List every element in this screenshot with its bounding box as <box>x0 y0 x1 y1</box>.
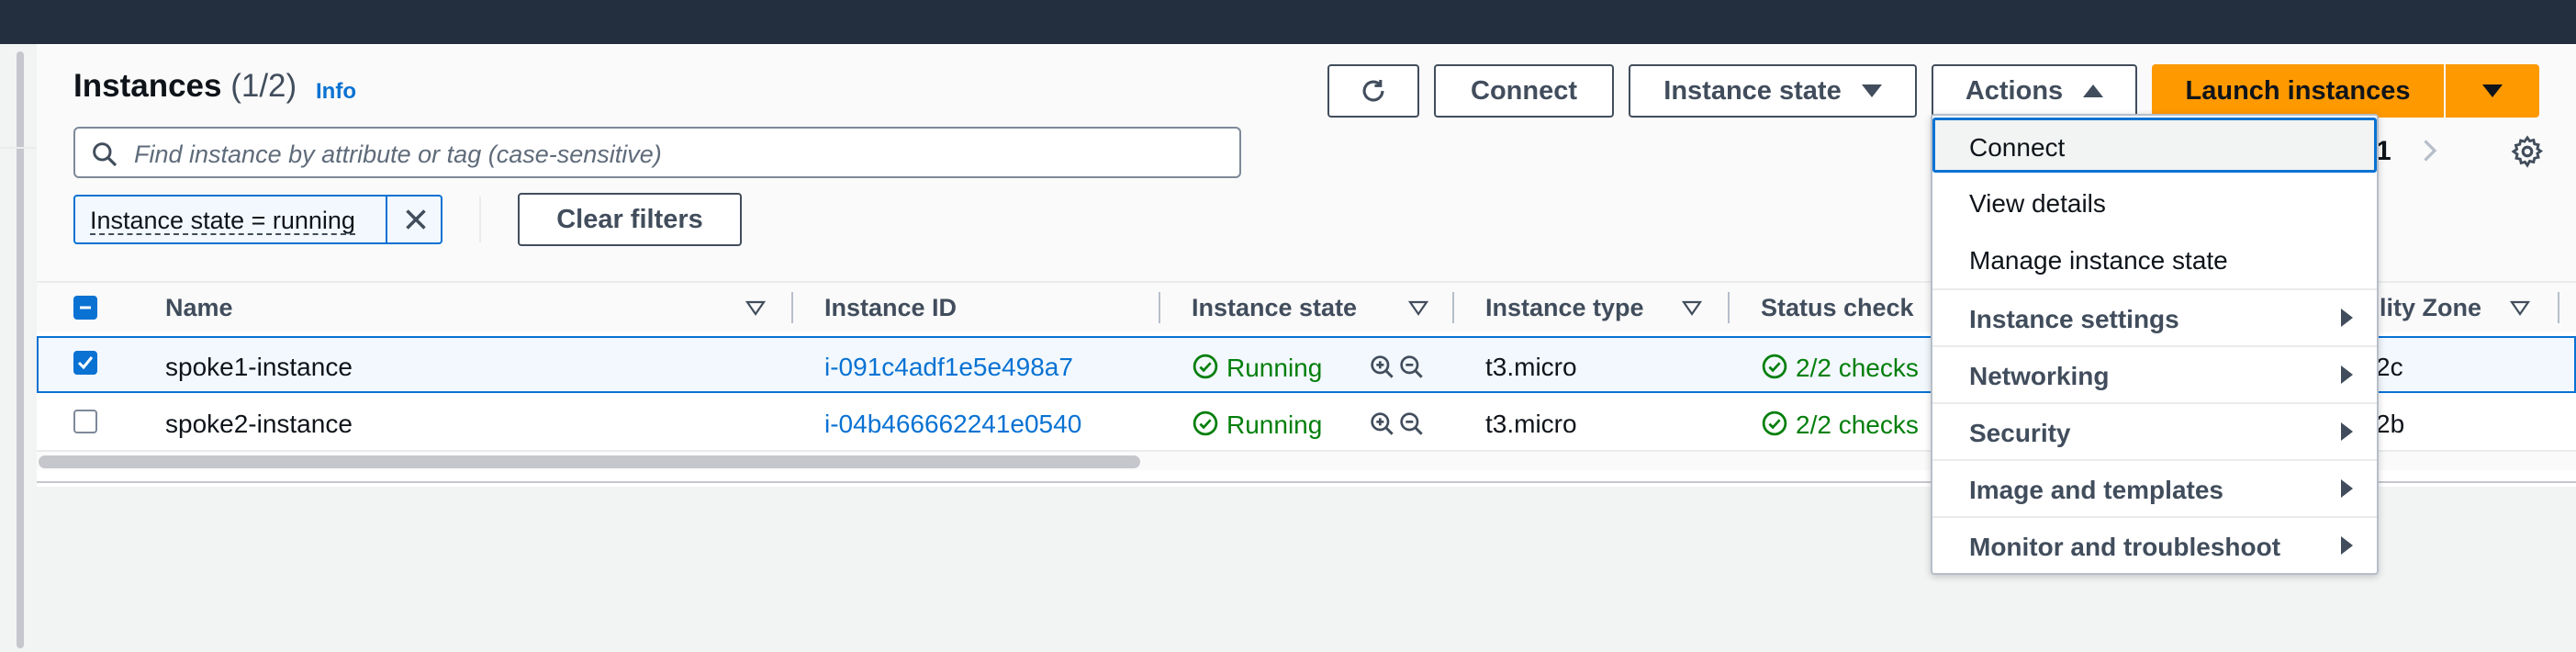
side-navigation-gutter <box>0 44 37 652</box>
menu-item-label: Connect <box>1969 133 2066 162</box>
checkmark-icon <box>77 356 94 370</box>
actions-menu: Connect View details Manage instance sta… <box>1931 114 2379 575</box>
column-header-instance-type[interactable]: Instance type <box>1485 294 1644 322</box>
select-all-checkbox[interactable] <box>73 296 97 320</box>
menu-item-label: Monitor and troubleshoot <box>1969 533 2281 561</box>
row-checkbox[interactable] <box>73 410 97 433</box>
search-input[interactable]: Find instance by attribute or tag (case-… <box>73 127 1241 178</box>
column-header-name[interactable]: Name <box>165 294 233 322</box>
actions-dropdown[interactable]: Actions <box>1932 64 2137 118</box>
cell-status-check: 2/2 checks <box>1761 410 1919 440</box>
gear-icon[interactable] <box>2510 134 2545 169</box>
column-resizer[interactable] <box>1452 292 1454 323</box>
menu-item-view-details[interactable]: View details <box>1932 174 2377 230</box>
horizontal-scrollbar-thumb[interactable] <box>39 455 1140 468</box>
menu-item-label: Instance settings <box>1969 305 2179 333</box>
status-success-icon <box>1193 410 1218 436</box>
row-checkbox[interactable] <box>73 351 97 375</box>
launch-instances-button[interactable]: Launch instances <box>2152 64 2444 118</box>
zoom-in-icon[interactable] <box>1368 410 1397 439</box>
filter-separator <box>479 197 481 242</box>
menu-item-label: Image and templates <box>1969 476 2223 504</box>
column-resizer[interactable] <box>1728 292 1730 323</box>
chevron-right-icon[interactable] <box>2413 134 2446 167</box>
refresh-icon <box>1362 79 1384 102</box>
cell-status-check: 2/2 checks <box>1761 353 1919 383</box>
menu-item-label: View details <box>1969 189 2106 218</box>
instance-state-dropdown-label: Instance state <box>1663 75 1842 106</box>
column-resizer[interactable] <box>791 292 793 323</box>
clear-filters-button[interactable]: Clear filters <box>518 193 742 246</box>
actions-dropdown-label: Actions <box>1965 75 2064 106</box>
refresh-button[interactable] <box>1327 64 1419 118</box>
zoom-in-icon[interactable] <box>1368 353 1397 382</box>
column-header-instance-state[interactable]: Instance state <box>1192 294 1357 322</box>
status-success-icon <box>1193 354 1218 379</box>
search-icon <box>93 142 118 167</box>
column-header-instance-id[interactable]: Instance ID <box>824 294 957 322</box>
sort-icon[interactable] <box>745 299 766 318</box>
caret-down-icon <box>1861 84 1882 97</box>
zoom-out-icon[interactable] <box>1397 353 1427 382</box>
info-link[interactable]: Info <box>316 79 356 105</box>
gutter-divider <box>0 147 37 149</box>
side-navigation-resize-handle[interactable] <box>17 51 24 648</box>
cell-instance-id-link[interactable]: i-04b466662241e0540 <box>824 410 1081 439</box>
menu-item-networking[interactable]: Networking <box>1932 347 2377 402</box>
selection-count: (1/2) <box>230 68 297 104</box>
menu-item-monitor-and-troubleshoot[interactable]: Monitor and troubleshoot <box>1932 518 2377 573</box>
sort-icon[interactable] <box>2510 299 2530 318</box>
status-success-icon <box>1762 354 1787 379</box>
page-title-text: Instances <box>73 68 222 104</box>
filter-token-label[interactable]: Instance state = running <box>90 208 355 235</box>
column-resizer[interactable] <box>1159 292 1160 323</box>
caret-up-icon <box>2083 84 2104 97</box>
caret-right-icon <box>2341 479 2353 498</box>
menu-item-image-and-templates[interactable]: Image and templates <box>1932 461 2377 516</box>
cell-availability-zone: 2b <box>2376 410 2405 438</box>
cell-instance-state: Running <box>1192 353 1322 383</box>
instance-state-text: Running <box>1226 354 1323 382</box>
menu-item-label: Networking <box>1969 362 2110 390</box>
filter-token: Instance state = running <box>73 195 442 244</box>
menu-item-label: Security <box>1969 419 2071 447</box>
caret-right-icon <box>2341 422 2353 441</box>
instance-state-dropdown[interactable]: Instance state <box>1629 64 1917 118</box>
launch-options-dropdown[interactable] <box>2446 64 2539 118</box>
instance-state-text: Running <box>1226 410 1323 439</box>
remove-filter-icon[interactable] <box>398 202 433 237</box>
menu-item-label: Manage instance state <box>1969 246 2228 275</box>
caret-right-icon <box>2341 309 2353 327</box>
column-header-status-check[interactable]: Status check <box>1761 294 1914 322</box>
menu-item-connect[interactable]: Connect <box>1932 118 2377 173</box>
cell-name: spoke1-instance <box>165 353 353 381</box>
filter-token-divider <box>386 197 387 242</box>
status-check-text: 2/2 checks <box>1796 410 1919 439</box>
status-success-icon <box>1762 410 1787 436</box>
caret-right-icon <box>2341 536 2353 555</box>
cell-instance-type: t3.micro <box>1485 353 1577 381</box>
menu-item-manage-instance-state[interactable]: Manage instance state <box>1932 231 2377 287</box>
search-placeholder: Find instance by attribute or tag (case-… <box>134 141 662 168</box>
cell-instance-type: t3.micro <box>1485 410 1577 438</box>
connect-button[interactable]: Connect <box>1434 64 1614 118</box>
cell-instance-id-link[interactable]: i-091c4adf1e5e498a7 <box>824 353 1073 382</box>
status-check-text: 2/2 checks <box>1796 354 1919 382</box>
cell-availability-zone: 2c <box>2376 353 2403 381</box>
sort-icon[interactable] <box>1408 299 1428 318</box>
page-title: Instances (1/2) <box>73 68 297 105</box>
menu-item-security[interactable]: Security <box>1932 404 2377 459</box>
caret-down-icon <box>2482 84 2503 97</box>
sort-icon[interactable] <box>1682 299 1702 318</box>
cell-instance-state: Running <box>1192 410 1322 440</box>
indeterminate-icon <box>80 306 91 309</box>
top-navigation-bar <box>0 0 2576 44</box>
menu-item-instance-settings[interactable]: Instance settings <box>1932 290 2377 345</box>
column-resizer[interactable] <box>2558 292 2559 323</box>
column-header-availability-zone[interactable]: lity Zone <box>2380 294 2481 322</box>
caret-right-icon <box>2341 365 2353 384</box>
zoom-out-icon[interactable] <box>1397 410 1427 439</box>
cell-name: spoke2-instance <box>165 410 353 438</box>
